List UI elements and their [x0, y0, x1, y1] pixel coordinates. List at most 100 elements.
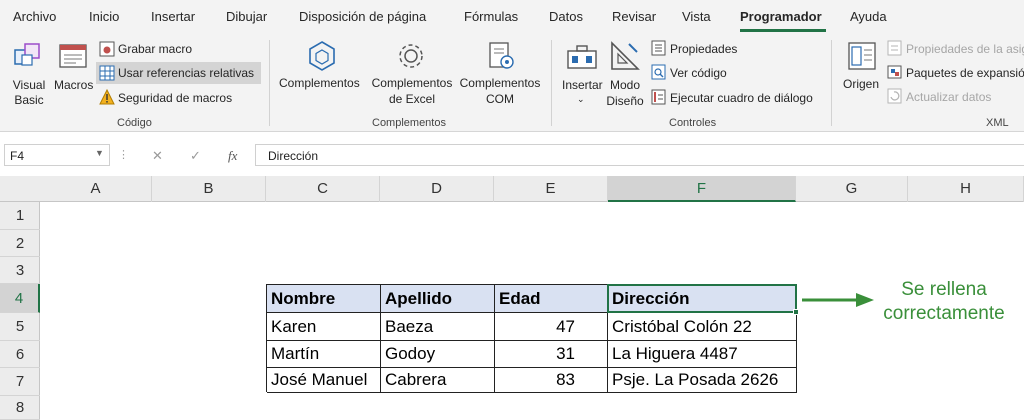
active-tab-indicator — [740, 29, 826, 32]
row-header-6[interactable]: 6 — [0, 341, 40, 368]
design-mode-icon — [611, 41, 640, 70]
usar-referencias-button[interactable]: Usar referencias relativas — [118, 66, 254, 80]
confirm-entry-icon[interactable]: ✓ — [190, 148, 201, 164]
row-header-3[interactable]: 3 — [0, 257, 40, 284]
name-box[interactable]: F4 ▼ — [4, 144, 110, 166]
formula-content: Dirección — [268, 149, 319, 163]
tab-disposicion[interactable]: Disposición de página — [299, 9, 426, 24]
formula-input[interactable]: Dirección — [255, 144, 1024, 166]
expansion-packs-icon — [887, 65, 902, 79]
group-separator — [269, 40, 270, 126]
row-headers: 1 2 3 4 5 6 7 8 — [0, 202, 40, 420]
column-header-f[interactable]: F — [608, 176, 796, 202]
row-header-8[interactable]: 8 — [0, 396, 40, 420]
column-header-a[interactable]: A — [40, 176, 152, 202]
name-box-value: F4 — [10, 149, 25, 163]
row-header-7[interactable]: 7 — [0, 368, 40, 396]
column-header-g[interactable]: G — [796, 176, 908, 202]
tab-formulas[interactable]: Fórmulas — [464, 9, 518, 24]
excel-add-ins-gear-icon — [399, 44, 423, 68]
annotation-line-1: Se rellena — [901, 279, 987, 300]
run-dialog-icon — [651, 89, 666, 105]
macros-icon — [59, 44, 87, 68]
table-cell[interactable]: 31 — [495, 340, 608, 368]
visual-basic-label-2[interactable]: Basic — [8, 93, 50, 107]
column-header-b[interactable]: B — [152, 176, 266, 202]
table-cell[interactable]: Martín — [267, 340, 381, 368]
complementos-excel-label-2[interactable]: de Excel — [366, 92, 458, 106]
grabar-macro-button[interactable]: Grabar macro — [118, 42, 192, 56]
cancel-entry-icon[interactable]: ✕ — [152, 148, 163, 164]
modo-diseno-label-1[interactable]: Modo — [603, 78, 647, 92]
table-cell[interactable]: Godoy — [381, 340, 495, 368]
tab-vista[interactable]: Vista — [682, 9, 711, 24]
add-ins-icon — [309, 41, 335, 71]
formula-bar: F4 ▼ ⋮ ✕ ✓ fx Dirección — [0, 140, 1024, 170]
table-cell[interactable]: Karen — [267, 313, 381, 341]
ver-codigo-button[interactable]: Ver código — [670, 66, 727, 80]
table-cell[interactable]: Cabrera — [381, 366, 495, 393]
tab-datos[interactable]: Datos — [549, 9, 583, 24]
column-header-h[interactable]: H — [908, 176, 1024, 202]
row-header-2[interactable]: 2 — [0, 230, 40, 257]
propiedades-button[interactable]: Propiedades — [670, 42, 737, 56]
column-header-d[interactable]: D — [380, 176, 494, 202]
paquetes-expansion-button[interactable]: Paquetes de expansión — [906, 66, 1024, 80]
column-header-c[interactable]: C — [266, 176, 380, 202]
relative-references-icon — [99, 65, 115, 81]
macros-button[interactable]: Macros — [54, 78, 93, 92]
visual-basic-icon — [14, 43, 40, 66]
insertar-button[interactable]: Insertar — [562, 78, 603, 92]
fill-handle[interactable] — [793, 309, 799, 315]
actualizar-datos-button[interactable]: Actualizar datos — [906, 90, 991, 104]
column-header-e[interactable]: E — [494, 176, 608, 202]
group-label-xml: XML — [986, 117, 1009, 129]
group-separator — [831, 40, 832, 126]
insert-function-icon[interactable]: fx — [228, 148, 237, 164]
table-cell[interactable]: La Higuera 4487 — [608, 340, 797, 368]
tab-archivo[interactable]: Archivo — [13, 9, 56, 24]
tab-dibujar[interactable]: Dibujar — [226, 9, 267, 24]
propiedades-asignacion-button[interactable]: Propiedades de la asig — [906, 42, 1024, 56]
view-code-icon — [651, 64, 666, 80]
row-header-1[interactable]: 1 — [0, 202, 40, 230]
table-cell[interactable]: 83 — [495, 366, 608, 393]
tab-revisar[interactable]: Revisar — [612, 9, 656, 24]
row-header-5[interactable]: 5 — [0, 313, 40, 341]
tab-programador[interactable]: Programador — [740, 9, 822, 24]
tab-ayuda[interactable]: Ayuda — [850, 9, 887, 24]
refresh-data-icon — [887, 88, 902, 104]
group-label-codigo: Código — [117, 117, 152, 129]
group-label-complementos: Complementos — [372, 117, 446, 129]
table-cell[interactable]: Psje. La Posada 2626 — [608, 366, 797, 393]
seguridad-macros-button[interactable]: Seguridad de macros — [118, 91, 232, 105]
table-cell[interactable]: Cristóbal Colón 22 — [608, 313, 797, 341]
table-header-apellido[interactable]: Apellido — [381, 285, 495, 313]
complementos-button[interactable]: Complementos — [279, 76, 360, 90]
modo-diseno-label-2[interactable]: Diseño — [603, 94, 647, 108]
insert-controls-toolbox-icon — [567, 45, 597, 69]
chevron-down-icon[interactable]: ▼ — [95, 148, 104, 158]
table-cell[interactable]: José Manuel — [267, 366, 381, 393]
ejecutar-cuadro-dialogo-button[interactable]: Ejecutar cuadro de diálogo — [670, 91, 813, 105]
table-header-edad[interactable]: Edad — [495, 285, 608, 313]
tab-inicio[interactable]: Inicio — [89, 9, 119, 24]
row-header-4[interactable]: 4 — [0, 284, 40, 313]
complementos-excel-label-1[interactable]: Complementos — [366, 76, 458, 90]
warning-icon — [99, 89, 115, 105]
table-cell[interactable]: 47 — [495, 313, 608, 341]
active-cell-selection — [607, 284, 797, 313]
ribbon-tabs: Archivo Inicio Insertar Dibujar Disposic… — [0, 0, 1024, 36]
tab-insertar[interactable]: Insertar — [151, 9, 195, 24]
origen-button[interactable]: Origen — [843, 77, 879, 91]
chevron-down-icon[interactable]: ⌄ — [577, 94, 585, 105]
complementos-com-label-1[interactable]: Complementos — [454, 76, 546, 90]
group-label-controles: Controles — [669, 117, 717, 129]
complementos-com-label-2[interactable]: COM — [454, 92, 546, 106]
record-macro-icon — [99, 41, 115, 57]
properties-icon — [651, 40, 666, 56]
group-separator — [551, 40, 552, 126]
table-header-nombre[interactable]: Nombre — [267, 285, 381, 313]
visual-basic-label-1[interactable]: Visual — [8, 78, 50, 92]
table-cell[interactable]: Baeza — [381, 313, 495, 341]
